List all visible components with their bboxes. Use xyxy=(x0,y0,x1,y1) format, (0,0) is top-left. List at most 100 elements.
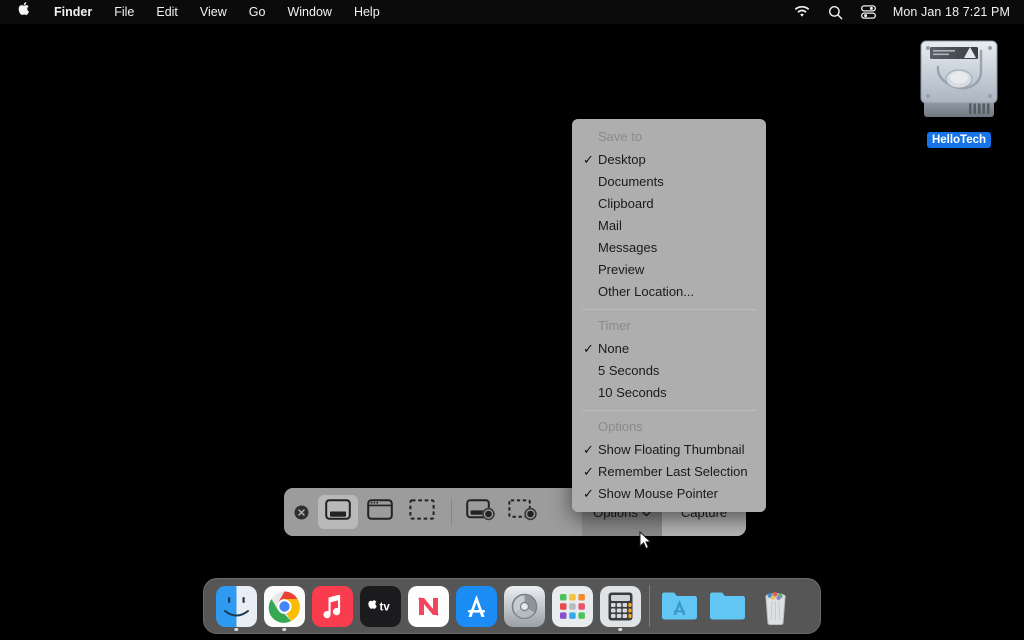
menu-item-label: Mail xyxy=(598,218,622,233)
folder-icon xyxy=(707,587,748,625)
record-selection-icon xyxy=(508,498,538,526)
checkmark-icon: ✓ xyxy=(583,486,594,501)
menu-item-label: None xyxy=(598,341,630,356)
launchpad-icon xyxy=(551,585,593,627)
menu-item-timer-10-seconds[interactable]: 10 Seconds xyxy=(572,382,766,404)
menu-item-clipboard[interactable]: Clipboard xyxy=(572,193,766,215)
finder-icon xyxy=(215,585,257,627)
arrow-cursor xyxy=(639,530,652,555)
menu-item-label: Show Mouse Pointer xyxy=(598,486,718,501)
search-icon[interactable] xyxy=(827,4,844,21)
checkmark-icon: ✓ xyxy=(583,464,594,479)
app-store-icon xyxy=(455,585,497,627)
menu-section-header-save-to: Save to xyxy=(598,129,643,144)
menu-item-label: Preview xyxy=(598,262,645,277)
menu-item-documents[interactable]: Documents xyxy=(572,171,766,193)
menu-item-timer-none[interactable]: ✓ None xyxy=(572,338,766,360)
capture-selected-portion-button[interactable] xyxy=(402,495,442,529)
menu-item-help[interactable]: Help xyxy=(343,0,391,24)
menu-item-label: Clipboard xyxy=(598,196,654,211)
menu-item-messages[interactable]: Messages xyxy=(572,237,766,259)
toolbar-record-group xyxy=(461,495,543,529)
dock-item-trash[interactable] xyxy=(751,578,799,634)
menu-item-label: Remember Last Selection xyxy=(598,464,748,479)
menu-bar-status-area: Mon Jan 18 7:21 PM xyxy=(794,4,1024,21)
menu-section-header-options: Options xyxy=(598,419,643,434)
menu-item-remember-last-selection[interactable]: ✓ Remember Last Selection xyxy=(572,461,766,483)
checkmark-icon: ✓ xyxy=(583,341,594,356)
running-indicator xyxy=(282,627,286,631)
selection-icon xyxy=(409,499,435,525)
calculator-icon xyxy=(599,585,641,627)
music-icon xyxy=(311,585,353,627)
capture-selected-window-button[interactable] xyxy=(360,495,400,529)
menu-item-show-mouse-pointer[interactable]: ✓ Show Mouse Pointer xyxy=(572,483,766,505)
menu-bar-left: Finder File Edit View Go Window Help xyxy=(0,0,391,24)
control-center-icon[interactable] xyxy=(860,4,877,21)
apple-tv-icon: tv xyxy=(359,585,401,627)
menu-item-label: 5 Seconds xyxy=(598,363,660,378)
system-preferences-icon xyxy=(503,585,545,627)
screenshot-options-menu[interactable]: Save to ✓ Desktop Documents Clipboard Ma… xyxy=(572,119,766,512)
dock-item-launchpad[interactable] xyxy=(548,578,596,634)
entire-screen-icon xyxy=(325,499,351,525)
menu-item-label: Desktop xyxy=(598,152,646,167)
capture-entire-screen-button[interactable] xyxy=(318,495,358,529)
record-screen-icon xyxy=(466,498,496,526)
record-entire-screen-button[interactable] xyxy=(461,495,501,529)
menu-item-edit[interactable]: Edit xyxy=(145,0,189,24)
wifi-icon[interactable] xyxy=(794,4,811,21)
dock-item-calculator[interactable] xyxy=(596,578,644,634)
close-icon[interactable] xyxy=(284,505,318,520)
menu-item-timer-5-seconds[interactable]: 5 Seconds xyxy=(572,360,766,382)
dock-item-system-preferences[interactable] xyxy=(500,578,548,634)
menu-item-go[interactable]: Go xyxy=(238,0,277,24)
dock-item-folder[interactable] xyxy=(703,578,751,634)
trash-icon xyxy=(755,587,796,625)
menu-item-desktop[interactable]: ✓ Desktop xyxy=(572,149,766,171)
dock-item-finder[interactable] xyxy=(212,578,260,634)
menu-item-label: Messages xyxy=(598,240,658,255)
menu-section-header-timer: Timer xyxy=(598,318,631,333)
menu-item-mail[interactable]: Mail xyxy=(572,215,766,237)
checkmark-icon: ✓ xyxy=(583,152,594,167)
checkmark-icon: ✓ xyxy=(583,442,594,457)
chrome-icon xyxy=(263,585,305,627)
menu-item-preview[interactable]: Preview xyxy=(572,259,766,281)
dock-divider xyxy=(649,585,650,627)
news-icon xyxy=(407,585,449,627)
window-icon xyxy=(367,499,393,525)
menu-item-label: Other Location... xyxy=(598,284,695,299)
menu-item-view[interactable]: View xyxy=(189,0,238,24)
apple-icon[interactable] xyxy=(12,1,43,23)
dock-item-app-store[interactable] xyxy=(452,578,500,634)
menu-item-other-location[interactable]: Other Location... xyxy=(572,281,766,303)
menu-item-file[interactable]: File xyxy=(103,0,145,24)
dock-item-applications-folder[interactable] xyxy=(655,578,703,634)
desktop-icon-hellotech[interactable]: HelloTech xyxy=(906,27,1012,157)
menu-item-label: Show Floating Thumbnail xyxy=(598,442,745,457)
dock-item-news[interactable] xyxy=(404,578,452,634)
menu-bar-clock[interactable]: Mon Jan 18 7:21 PM xyxy=(893,5,1010,19)
menu-bar: Finder File Edit View Go Window Help Mon… xyxy=(0,0,1024,24)
toolbar-divider xyxy=(451,499,452,525)
dock-item-google-chrome[interactable] xyxy=(260,578,308,634)
running-indicator xyxy=(234,627,238,631)
menu-divider xyxy=(582,410,756,411)
desktop-icon-label: HelloTech xyxy=(926,132,992,148)
svg-text:tv: tv xyxy=(379,601,390,613)
running-indicator xyxy=(618,627,622,631)
menu-divider xyxy=(582,309,756,310)
menu-item-show-floating-thumbnail[interactable]: ✓ Show Floating Thumbnail xyxy=(572,439,766,461)
dock-item-music[interactable] xyxy=(308,578,356,634)
hard-drive-icon xyxy=(907,27,1011,131)
record-selected-portion-button[interactable] xyxy=(503,495,543,529)
toolbar-tool-group xyxy=(318,495,442,529)
dock: tv xyxy=(203,578,821,634)
menu-item-label: 10 Seconds xyxy=(598,385,667,400)
menu-item-window[interactable]: Window xyxy=(276,0,342,24)
menu-item-label: Documents xyxy=(598,174,664,189)
dock-item-apple-tv[interactable]: tv xyxy=(356,578,404,634)
applications-folder-icon xyxy=(659,587,700,625)
menu-item-finder[interactable]: Finder xyxy=(43,0,103,24)
